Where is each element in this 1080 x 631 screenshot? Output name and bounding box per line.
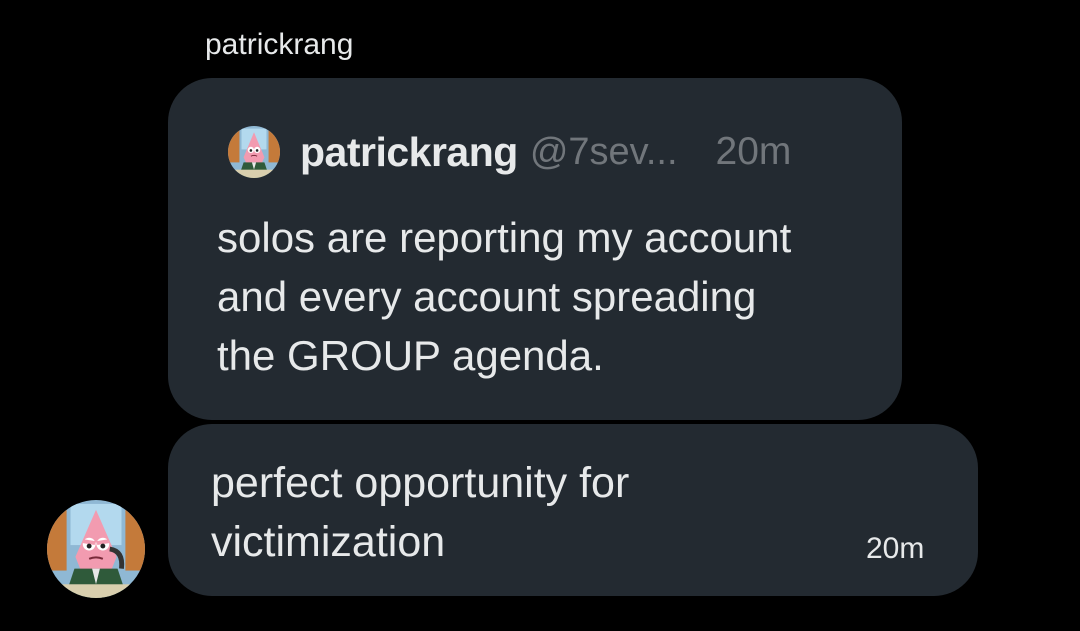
- patrick-star-avatar-icon: [228, 126, 280, 178]
- quoted-author-avatar-icon[interactable]: [228, 126, 280, 178]
- patrick-star-avatar-icon: [47, 500, 145, 598]
- message-timestamp: 20m: [866, 532, 925, 565]
- message-text: perfect opportunity for victimization: [211, 459, 630, 566]
- quoted-post-header: patrickrang @7sev... 20m: [228, 124, 791, 180]
- sender-name: patrickrang: [205, 28, 354, 61]
- quoted-post-time: 20m: [715, 130, 792, 173]
- quoted-author-name[interactable]: patrickrang: [300, 129, 518, 176]
- quoted-post-card[interactable]: patrickrang @7sev... 20m solos are repor…: [168, 78, 902, 420]
- quoted-author-handle[interactable]: @7sev...: [530, 131, 678, 174]
- sender-avatar-icon[interactable]: [47, 500, 145, 598]
- message-bubble[interactable]: perfect opportunity for victimization 20…: [168, 424, 978, 596]
- quoted-post-text: solos are reporting my account and every…: [217, 214, 792, 379]
